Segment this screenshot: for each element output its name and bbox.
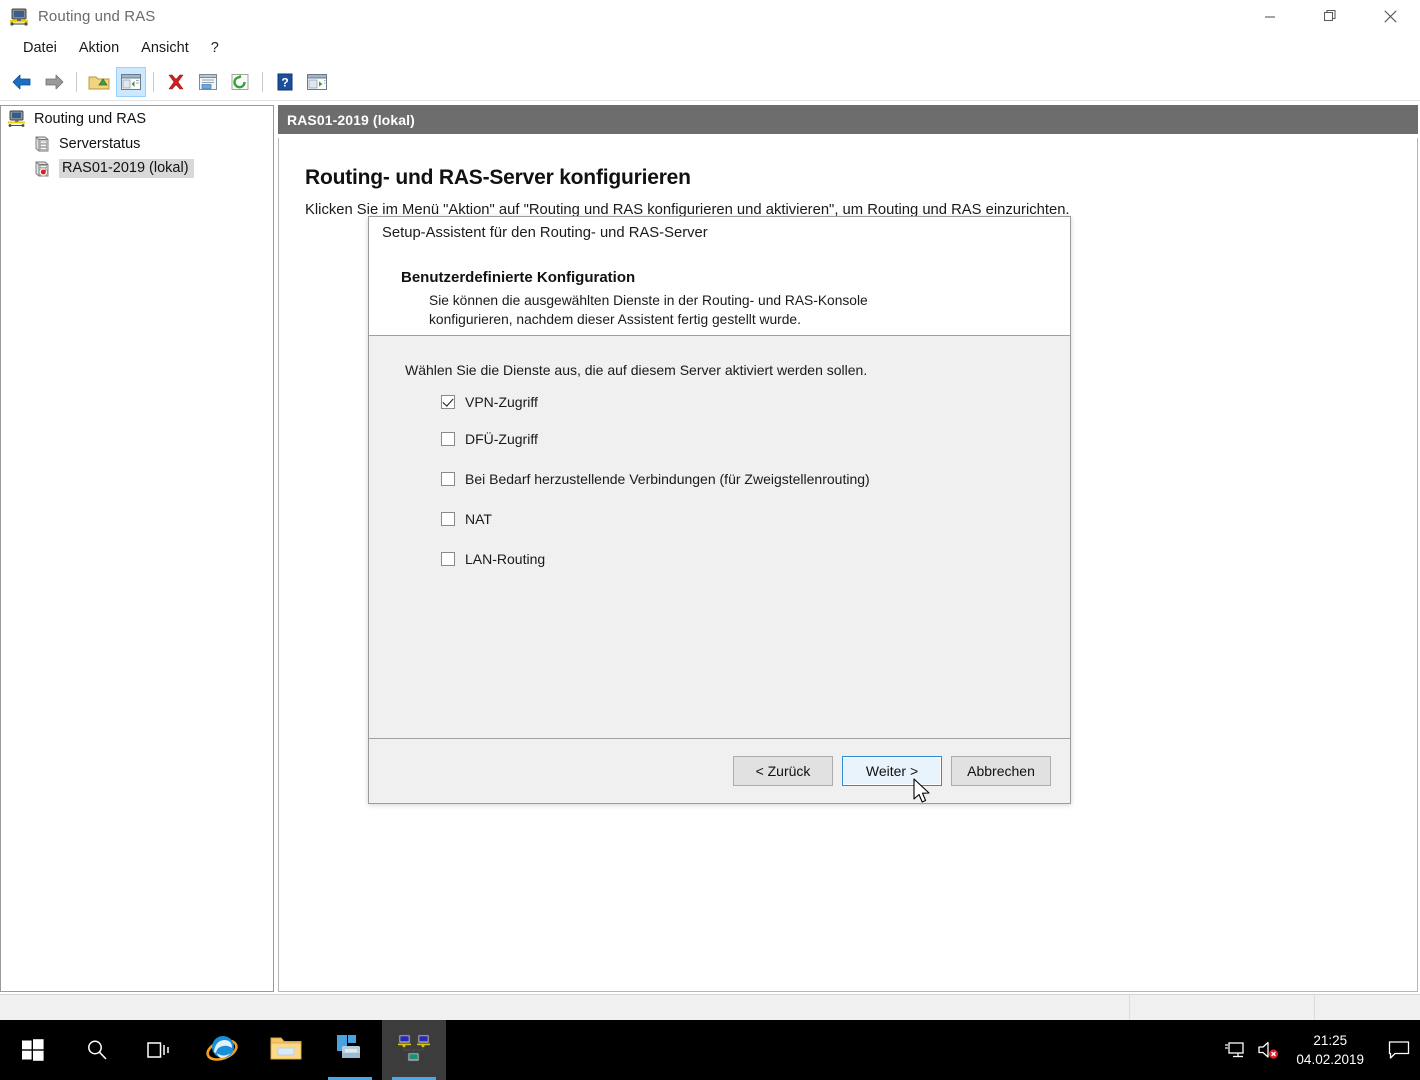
dialog-footer: < Zurück Weiter > Abbrechen <box>369 739 1070 802</box>
dialog-body: Wählen Sie die Dienste aus, die auf dies… <box>369 336 1070 739</box>
services-prompt: Wählen Sie die Dienste aus, die auf dies… <box>405 362 868 378</box>
dialog-header: Setup-Assistent für den Routing- und RAS… <box>369 217 1070 336</box>
refresh-icon[interactable] <box>225 67 255 97</box>
properties-icon[interactable] <box>193 67 223 97</box>
toolbar: ? <box>0 63 1420 101</box>
taskbar-server-manager[interactable] <box>318 1020 382 1080</box>
toolbar-separator-2 <box>153 71 154 92</box>
app-window: Routing und RAS Datei Aktion Ansicht ? ?… <box>0 0 1420 1080</box>
tree-item-routing-und-ras[interactable]: Routing und RAS <box>1 106 273 131</box>
clock-date: 04.02.2019 <box>1296 1052 1364 1067</box>
tree-item-label: RAS01-2019 (lokal) <box>59 159 194 178</box>
next-button[interactable]: Weiter > <box>842 755 942 786</box>
volume-muted-icon[interactable] <box>1252 1020 1286 1080</box>
back-button[interactable]: < Zurück <box>733 755 833 786</box>
status-segment-3 <box>1315 995 1420 1020</box>
window-title: Routing und RAS <box>38 8 156 25</box>
wizard-name: Setup-Assistent für den Routing- und RAS… <box>382 225 708 241</box>
checkbox-vpn-zugriff-label: VPN-Zugriff <box>465 394 538 410</box>
checkbox-nat[interactable]: NAT <box>441 508 1041 530</box>
checkbox-nat-label: NAT <box>465 511 492 527</box>
menu-bar: Datei Aktion Ansicht ? <box>0 33 1420 63</box>
toolbar-separator-3 <box>262 71 263 92</box>
console-tree-pane: Routing und RAS Serverstatus RAS01-2019 … <box>0 105 274 992</box>
status-segment-2 <box>1130 995 1315 1020</box>
checkbox-lan-routing[interactable]: LAN-Routing <box>441 548 1041 570</box>
checkbox-bedarf-verbindungen-box[interactable] <box>441 472 455 486</box>
toolbar-separator-1 <box>76 71 77 92</box>
wizard-step-description: Sie können die ausgewählten Dienste in d… <box>429 291 868 329</box>
page-title: Routing- und RAS-Server konfigurieren <box>305 166 691 189</box>
wizard-step-title: Benutzerdefinierte Konfiguration <box>401 269 636 286</box>
checkbox-bedarf-verbindungen[interactable]: Bei Bedarf herzustellende Verbindungen (… <box>441 468 1041 490</box>
system-tray: 21:25 04.02.2019 <box>1218 1020 1420 1080</box>
checkbox-lan-routing-box[interactable] <box>441 552 455 566</box>
checkbox-nat-box[interactable] <box>441 512 455 526</box>
menu-hilfe[interactable]: ? <box>200 37 230 59</box>
details-pane-header: RAS01-2019 (lokal) <box>278 105 1418 134</box>
show-hide-tree-icon[interactable] <box>116 66 146 97</box>
menu-ansicht[interactable]: Ansicht <box>130 37 200 59</box>
menu-datei[interactable]: Datei <box>12 37 68 59</box>
tree-item-serverstatus[interactable]: Serverstatus <box>1 131 273 156</box>
network-icon[interactable] <box>1218 1020 1252 1080</box>
taskbar-clock[interactable]: 21:25 04.02.2019 <box>1286 1031 1378 1069</box>
checkbox-lan-routing-label: LAN-Routing <box>465 551 546 567</box>
up-folder-icon[interactable] <box>84 67 114 97</box>
checkbox-dfue-zugriff[interactable]: DFÜ-Zugriff <box>441 428 1041 450</box>
status-segment-main <box>0 995 1130 1020</box>
tree-item-ras01-2019[interactable]: RAS01-2019 (lokal) <box>1 156 273 181</box>
server-manager-icon <box>333 1032 367 1069</box>
start-icon[interactable] <box>0 1020 66 1080</box>
svg-text:?: ? <box>281 75 288 89</box>
checkbox-dfue-zugriff-label: DFÜ-Zugriff <box>465 431 538 447</box>
search-icon[interactable] <box>66 1020 128 1080</box>
restore-button[interactable] <box>1300 0 1360 33</box>
routing-ras-icon <box>397 1032 431 1069</box>
wizard-step-description-line1: Sie können die ausgewählten Dienste in d… <box>429 293 868 308</box>
action-center-icon[interactable] <box>1378 1020 1420 1080</box>
taskbar-routing-ras[interactable] <box>382 1020 446 1080</box>
close-button[interactable] <box>1360 0 1420 33</box>
ras-server-icon <box>32 159 52 179</box>
services-checkbox-list: VPN-Zugriff DFÜ-Zugriff Bei Bedarf herzu… <box>441 391 1041 585</box>
routing-ras-icon <box>8 6 30 28</box>
task-view-icon[interactable] <box>128 1020 190 1080</box>
taskbar-internet-explorer[interactable] <box>190 1020 254 1080</box>
help-icon[interactable]: ? <box>270 67 300 97</box>
file-explorer-icon <box>269 1033 303 1068</box>
wizard-step-description-line2: konfigurieren, nachdem dieser Assistent … <box>429 312 801 327</box>
export-list-icon[interactable] <box>302 67 332 97</box>
server-status-icon <box>32 134 52 154</box>
title-bar: Routing und RAS <box>0 0 1420 33</box>
checkbox-bedarf-verbindungen-label: Bei Bedarf herzustellende Verbindungen (… <box>465 471 870 487</box>
setup-wizard-dialog: Setup-Assistent für den Routing- und RAS… <box>368 216 1071 804</box>
window-controls <box>1240 0 1420 33</box>
taskbar-file-explorer[interactable] <box>254 1020 318 1080</box>
tree-item-label: Serverstatus <box>59 135 141 152</box>
checkbox-dfue-zugriff-box[interactable] <box>441 432 455 446</box>
checkbox-vpn-zugriff[interactable]: VPN-Zugriff <box>441 391 1041 413</box>
forward-icon[interactable] <box>39 67 69 97</box>
back-icon[interactable] <box>7 67 37 97</box>
menu-aktion[interactable]: Aktion <box>68 37 130 59</box>
minimize-button[interactable] <box>1240 0 1300 33</box>
delete-icon[interactable] <box>161 67 191 97</box>
tree-item-label: Routing und RAS <box>34 110 147 127</box>
cancel-button[interactable]: Abbrechen <box>951 755 1051 786</box>
routing-ras-root-icon <box>7 109 27 129</box>
internet-explorer-icon <box>205 1031 239 1070</box>
taskbar: 21:25 04.02.2019 <box>0 1020 1420 1080</box>
status-bar <box>0 994 1420 1020</box>
clock-time: 21:25 <box>1313 1033 1348 1048</box>
checkbox-vpn-zugriff-box[interactable] <box>441 395 455 409</box>
